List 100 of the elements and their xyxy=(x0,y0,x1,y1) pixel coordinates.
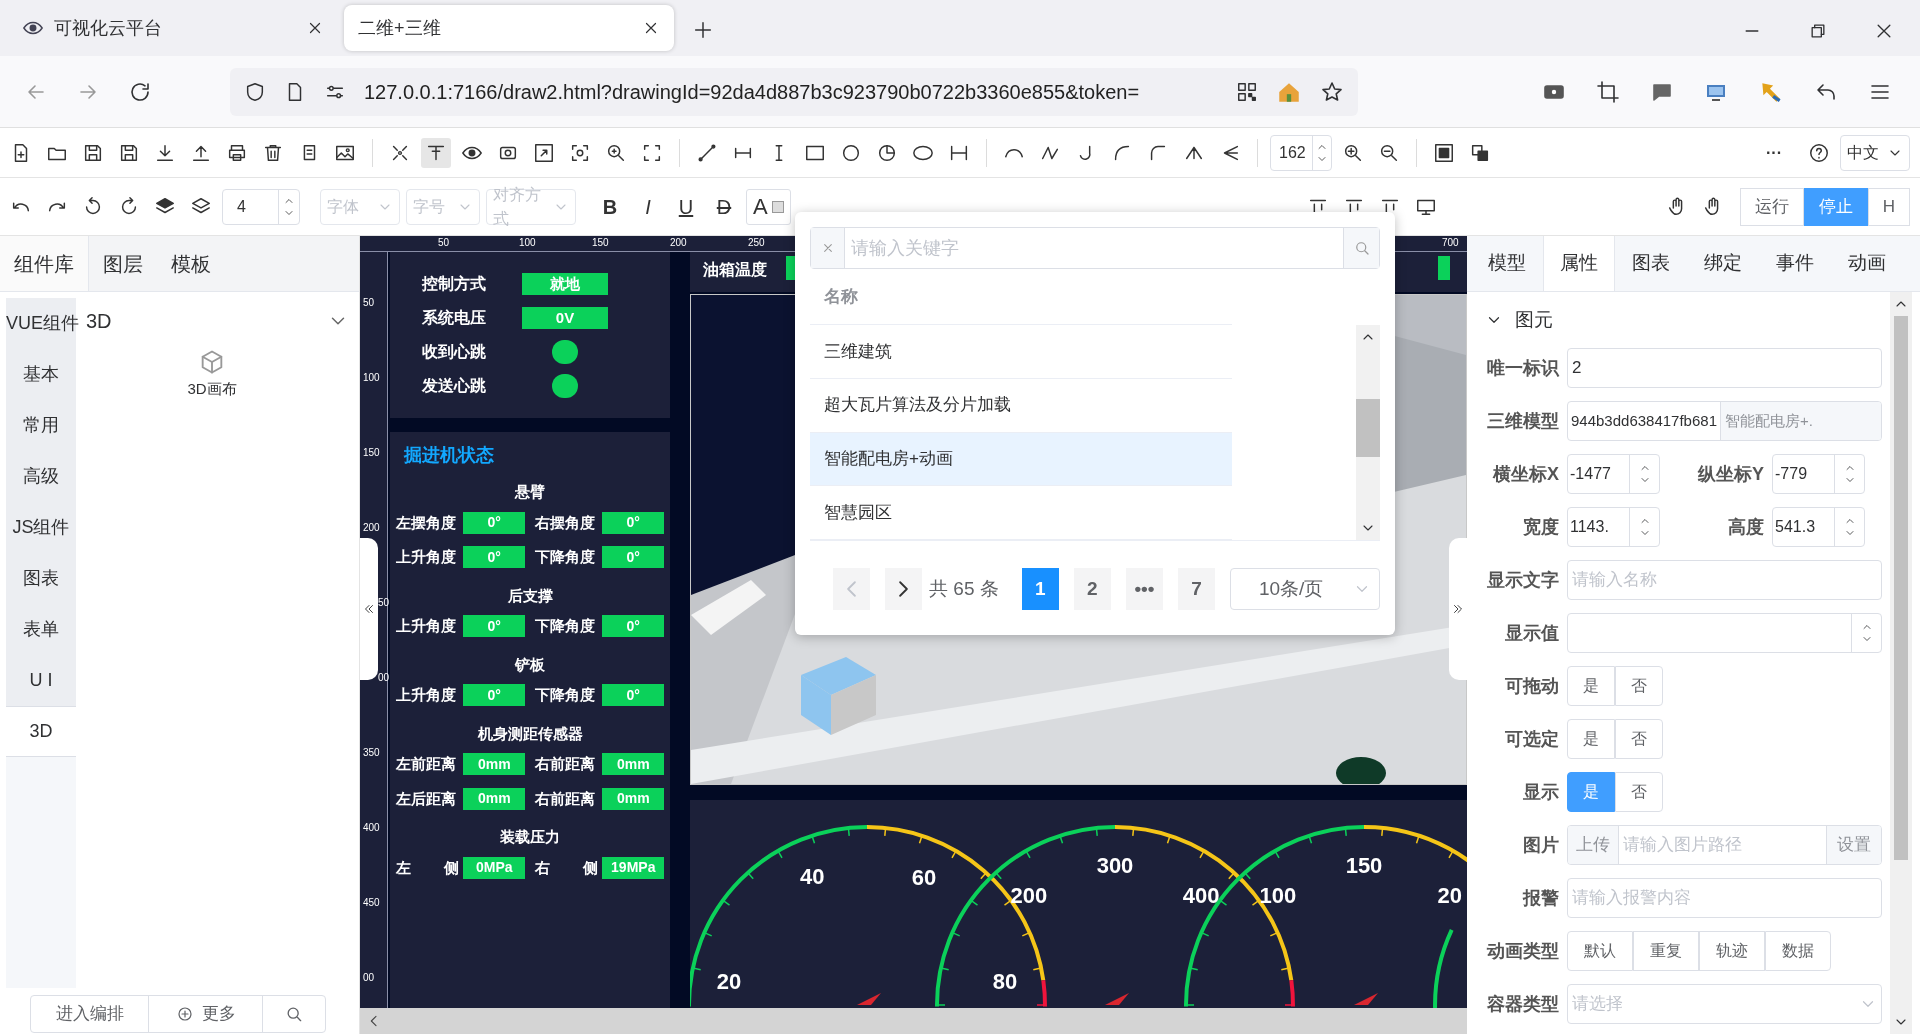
field-label: 横坐标X xyxy=(1491,462,1560,486)
panel-tab[interactable]: 动画 xyxy=(1831,236,1903,291)
chevron-right-icon xyxy=(899,581,909,597)
gauge-label: 100 xyxy=(1259,882,1297,908)
sensor-value: 0MPa xyxy=(463,856,525,879)
option-button[interactable]: 是 xyxy=(1567,719,1615,759)
nav-item[interactable]: JS组件 xyxy=(6,502,76,553)
option-button[interactable]: 数据 xyxy=(1765,931,1831,971)
component-item[interactable]: 3D画布 xyxy=(82,344,342,401)
ruler-label: 50 xyxy=(378,597,390,609)
ruler-label: 50 xyxy=(363,297,375,309)
sensor-value: 19MPa xyxy=(602,856,664,879)
number-field[interactable]: 541.3 xyxy=(1772,507,1865,547)
option-button[interactable]: 是 xyxy=(1567,666,1615,706)
option-button[interactable]: 否 xyxy=(1615,666,1663,706)
field-label: 可拖动 xyxy=(1504,674,1560,698)
list-row[interactable]: 三维建筑 xyxy=(810,325,1232,379)
mode-button[interactable]: H xyxy=(1867,187,1910,226)
number-field[interactable]: -779 xyxy=(1772,454,1865,494)
status-value: 就地 xyxy=(522,273,608,295)
text-field[interactable]: 2 xyxy=(1567,348,1882,388)
sensor-value: 0mm xyxy=(602,753,664,776)
category-select[interactable]: 3D xyxy=(82,298,353,344)
section-header[interactable]: 图元 xyxy=(1475,292,1882,348)
nav-item[interactable]: U I xyxy=(6,655,76,706)
next-page-button[interactable] xyxy=(885,568,923,610)
nav-item[interactable]: 高级 xyxy=(6,451,76,502)
option-button[interactable]: 轨迹 xyxy=(1699,931,1765,971)
panel-tab[interactable]: 图表 xyxy=(1615,236,1687,291)
panel-tab[interactable]: 模板 xyxy=(157,236,225,291)
field-label: 显示 xyxy=(1522,780,1560,804)
option-button[interactable]: 默认 xyxy=(1567,931,1633,971)
panel-tab[interactable]: 图层 xyxy=(89,236,157,291)
option-button[interactable]: 否 xyxy=(1615,719,1663,759)
font-color-button[interactable]: A xyxy=(746,188,791,225)
number-field[interactable]: 1143. xyxy=(1567,507,1660,547)
list-row[interactable]: 超大瓦片算法及分片加载 xyxy=(810,378,1232,433)
option-button[interactable]: 重复 xyxy=(1633,931,1699,971)
panel-tab[interactable]: 组件库 xyxy=(0,236,89,291)
ruler-label: 700 xyxy=(1442,237,1459,249)
nav-item[interactable]: 表单 xyxy=(6,604,76,655)
nav-item[interactable]: 图表 xyxy=(6,553,76,604)
gauge-label: 60 xyxy=(911,865,937,891)
option-button[interactable]: 否 xyxy=(1615,772,1663,812)
plus-icon[interactable] xyxy=(692,19,714,41)
model-name: 智能配电房+. xyxy=(1720,402,1881,440)
format-button[interactable]: D xyxy=(708,190,740,223)
qr-code-icon[interactable] xyxy=(1236,80,1258,103)
ruler-label: 50 xyxy=(438,237,450,249)
crop-icon[interactable] xyxy=(1596,79,1620,104)
address-field[interactable]: 127.0.0.1:7166/draw2.html?drawingId=92da4d887b3c923790b0722b3360e855&token= xyxy=(230,67,1358,116)
list-row[interactable]: 智能配电房+动画 xyxy=(810,432,1232,487)
number-field[interactable] xyxy=(1567,613,1882,653)
gauge-label: 300 xyxy=(1096,853,1134,878)
star-icon[interactable] xyxy=(1320,79,1344,104)
total-count: 共 65 条 xyxy=(929,576,999,601)
sensor-label: 右摆角度 xyxy=(535,512,596,533)
more-button[interactable]: 更多 xyxy=(149,996,263,1032)
field-label: 图片 xyxy=(1522,833,1560,857)
number-field[interactable]: 4 xyxy=(222,188,300,225)
panel-tab[interactable]: 属性 xyxy=(1543,236,1615,291)
nav-item[interactable]: 基本 xyxy=(6,349,76,400)
group-title: 装载压力 xyxy=(500,827,560,847)
panel-tab[interactable]: 模型 xyxy=(1471,236,1543,291)
model-field[interactable]: 944b3dd638417fb681 智能配电房+. xyxy=(1567,401,1882,441)
mode-button[interactable]: 运行 xyxy=(1739,187,1804,226)
zoom-field[interactable]: 162 xyxy=(1270,134,1332,171)
page-button[interactable]: ••• xyxy=(1125,568,1163,610)
gauge-label: 200 xyxy=(1010,882,1048,908)
format-button[interactable]: B xyxy=(594,190,626,223)
nav-item[interactable]: 3D xyxy=(6,706,76,757)
browser-tab[interactable]: 二维+三维 xyxy=(344,5,674,51)
sensor-label: 右前距离 xyxy=(535,754,596,774)
format-button[interactable]: I xyxy=(632,190,664,223)
scrollbar-thumb[interactable] xyxy=(1894,316,1908,860)
arrange-button[interactable]: 进入编排 xyxy=(31,996,149,1032)
nav-item[interactable]: 常用 xyxy=(6,400,76,451)
group-title: 铲板 xyxy=(515,654,545,675)
collapse-button[interactable] xyxy=(360,538,378,680)
double-chevron-right-icon xyxy=(1451,602,1465,616)
panel-tab[interactable]: 绑定 xyxy=(1687,236,1759,291)
gauge-label: 80 xyxy=(992,968,1018,994)
language-select[interactable]: 中文 xyxy=(1840,134,1910,171)
format-button[interactable]: U xyxy=(670,190,702,223)
page-size-select[interactable]: 10条/页 xyxy=(1230,568,1380,610)
more-button[interactable]: ··· xyxy=(1766,140,1782,165)
gauge-label: 40 xyxy=(800,864,825,890)
number-field[interactable]: -1477 xyxy=(1567,454,1660,494)
ruler-label: 200 xyxy=(670,237,687,249)
panel-tab[interactable]: 事件 xyxy=(1759,236,1831,291)
page-button[interactable]: 7 xyxy=(1177,568,1215,610)
field-label: 显示值 xyxy=(1504,621,1560,645)
list-row[interactable]: 智慧园区 xyxy=(810,486,1232,540)
gauge-label: 150 xyxy=(1345,853,1383,878)
page-button[interactable]: 2 xyxy=(1073,568,1111,610)
field-label: 宽度 xyxy=(1522,515,1560,539)
browser-tab[interactable]: 可视化云平台 xyxy=(8,5,338,51)
ruler-label: 100 xyxy=(363,372,380,384)
field-label: 报警 xyxy=(1521,886,1560,910)
scrollbar-thumb[interactable] xyxy=(1356,399,1380,457)
